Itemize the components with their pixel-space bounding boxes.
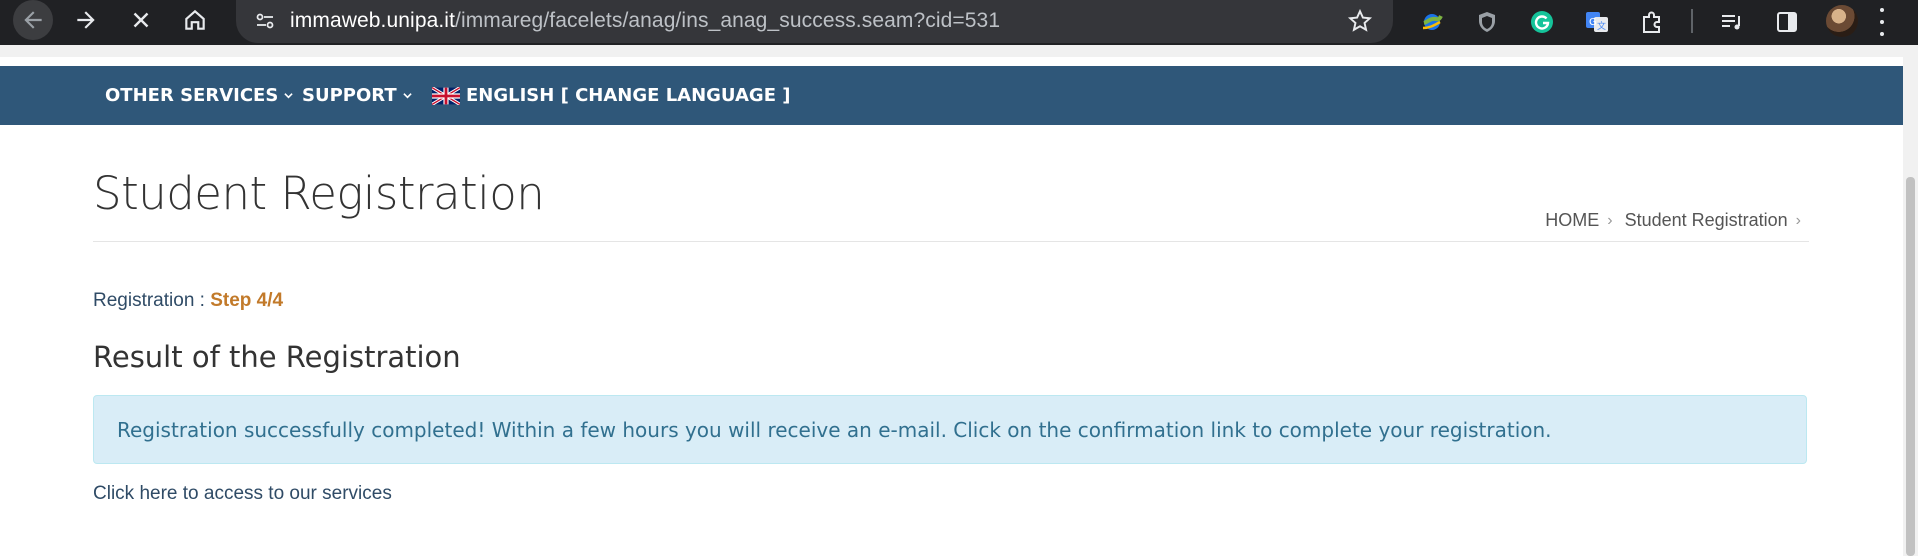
side-panel-button[interactable] (1771, 6, 1803, 38)
back-arrow-icon (24, 11, 42, 29)
page-title: Student Registration (93, 167, 545, 220)
other-services-menu[interactable]: OTHER SERVICES (105, 66, 293, 125)
scrollbar-thumb[interactable] (1906, 177, 1915, 556)
extension-translate-button[interactable]: G文 (1581, 6, 1613, 38)
chevron-right-icon: › (1795, 211, 1801, 229)
svg-text:G: G (1589, 17, 1597, 28)
home-icon (185, 9, 205, 30)
media-control-button[interactable] (1716, 6, 1748, 38)
svg-text:文: 文 (1597, 20, 1606, 32)
media-queue-icon (1722, 15, 1740, 30)
url-host: immaweb.unipa.it (290, 9, 456, 32)
bookmark-star-icon (1347, 8, 1373, 32)
browser-toolbar: immaweb.unipa.it/immareg/facelets/anag/i… (0, 0, 1918, 45)
shield-extension-icon (1479, 12, 1495, 32)
chevron-down-icon (284, 93, 293, 99)
toolbar-separator (1691, 9, 1693, 33)
stop-icon (133, 12, 149, 28)
chevron-down-icon (402, 93, 412, 99)
url-text: immaweb.unipa.it/immareg/facelets/anag/i… (290, 9, 1000, 33)
page-scrollbar[interactable] (1903, 57, 1918, 556)
back-button[interactable] (13, 0, 53, 40)
registration-step: Registration : Step 4/4 (93, 290, 283, 312)
earth-extension-icon (1422, 14, 1443, 30)
support-label: SUPPORT (302, 85, 397, 106)
support-menu[interactable]: SUPPORT (302, 66, 412, 125)
breadcrumb-current[interactable]: Student Registration (1625, 210, 1788, 231)
services-link[interactable]: Click here to access to our services (93, 483, 392, 505)
extension-shield-button[interactable] (1471, 6, 1503, 38)
page-viewport: OTHER SERVICES SUPPORT ENGLISH [ CHANGE … (0, 57, 1903, 556)
site-info-button[interactable] (246, 2, 284, 40)
alert-text: Registration successfully completed! Wit… (117, 417, 1552, 442)
breadcrumb: HOME › Student Registration › (1545, 210, 1801, 231)
bookmark-button[interactable] (1345, 6, 1375, 36)
site-info-icon (256, 13, 274, 29)
extension-grammarly-button[interactable] (1526, 6, 1558, 38)
extensions-puzzle-button[interactable] (1636, 6, 1668, 38)
title-divider (93, 241, 1809, 242)
language-label: ENGLISH [ CHANGE LANGUAGE ] (466, 85, 791, 106)
chevron-right-icon: › (1607, 211, 1613, 229)
step-label: Registration : (93, 290, 205, 311)
site-nav-bar: OTHER SERVICES SUPPORT ENGLISH [ CHANGE … (0, 66, 1903, 125)
extension-earth-button[interactable] (1416, 6, 1448, 38)
home-button[interactable] (175, 0, 215, 40)
section-title: Result of the Registration (93, 340, 461, 374)
side-panel-icon (1777, 12, 1797, 32)
other-services-label: OTHER SERVICES (105, 85, 279, 106)
page-top-strip (0, 45, 1918, 57)
profile-avatar[interactable] (1826, 5, 1858, 37)
grammarly-icon (1531, 11, 1553, 33)
forward-arrow-icon (77, 11, 95, 29)
google-translate-icon: G文 (1586, 12, 1608, 32)
language-menu[interactable]: ENGLISH [ CHANGE LANGUAGE ] (432, 66, 791, 125)
uk-flag-icon (432, 86, 460, 105)
puzzle-icon (1643, 11, 1660, 33)
url-path: /immareg/facelets/anag/ins_anag_success.… (455, 9, 1001, 32)
success-alert: Registration successfully completed! Wit… (93, 395, 1807, 464)
address-bar[interactable]: immaweb.unipa.it/immareg/facelets/anag/i… (236, 0, 1393, 43)
breadcrumb-home[interactable]: HOME (1545, 210, 1599, 231)
stop-button[interactable] (121, 0, 161, 40)
step-value: Step 4/4 (210, 290, 284, 311)
forward-button[interactable] (66, 0, 106, 40)
menu-kebab-icon[interactable] (1877, 8, 1887, 36)
